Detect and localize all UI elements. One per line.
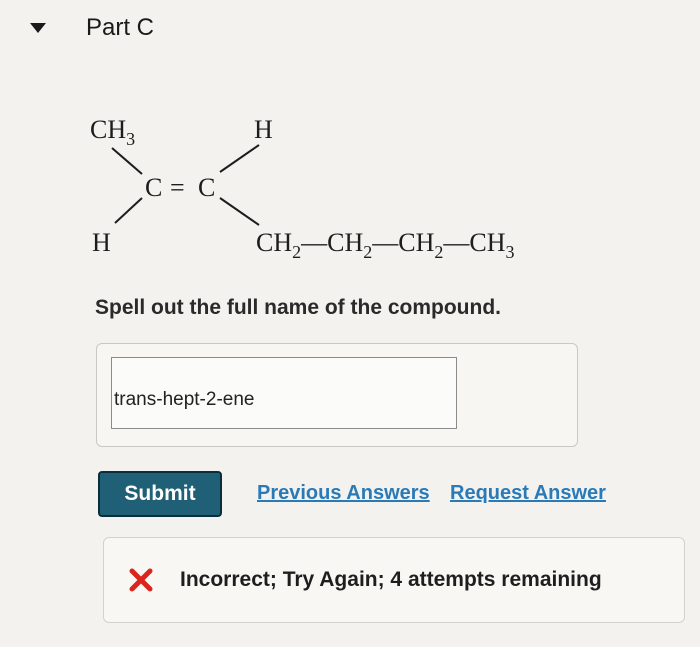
part-header[interactable]: Part C — [30, 14, 154, 42]
request-answer-link[interactable]: Request Answer — [450, 482, 606, 505]
structure-h-bottom-label: H — [92, 228, 111, 257]
caret-down-icon[interactable] — [30, 23, 46, 33]
bond-line — [111, 147, 143, 175]
question-prompt: Spell out the full name of the compound. — [95, 296, 501, 319]
bond-line — [219, 144, 260, 173]
submit-button[interactable]: Submit — [98, 471, 222, 517]
structure-h-top-label: H — [254, 115, 273, 144]
structure-chain: CH2—CH2—CH2—CH3 — [256, 228, 515, 262]
answer-input[interactable] — [111, 357, 457, 429]
structure-ch3-label: CH3 — [90, 115, 135, 149]
x-icon — [129, 568, 153, 592]
bond-line — [114, 197, 143, 224]
bond-line — [219, 197, 260, 226]
feedback-banner: Incorrect; Try Again; 4 attempts remaini… — [103, 537, 685, 623]
chemical-structure: CH3 H H C = C CH2—CH2—CH2—CH3 — [90, 115, 515, 262]
structure-carbon-left: C — [145, 173, 162, 202]
structure-carbon-right: C — [198, 173, 215, 202]
feedback-text: Incorrect; Try Again; 4 attempts remaini… — [180, 568, 602, 591]
previous-answers-link[interactable]: Previous Answers — [257, 482, 430, 505]
structure-double-bond: = — [170, 173, 185, 202]
part-title: Part C — [86, 14, 155, 41]
answer-container — [96, 343, 578, 447]
